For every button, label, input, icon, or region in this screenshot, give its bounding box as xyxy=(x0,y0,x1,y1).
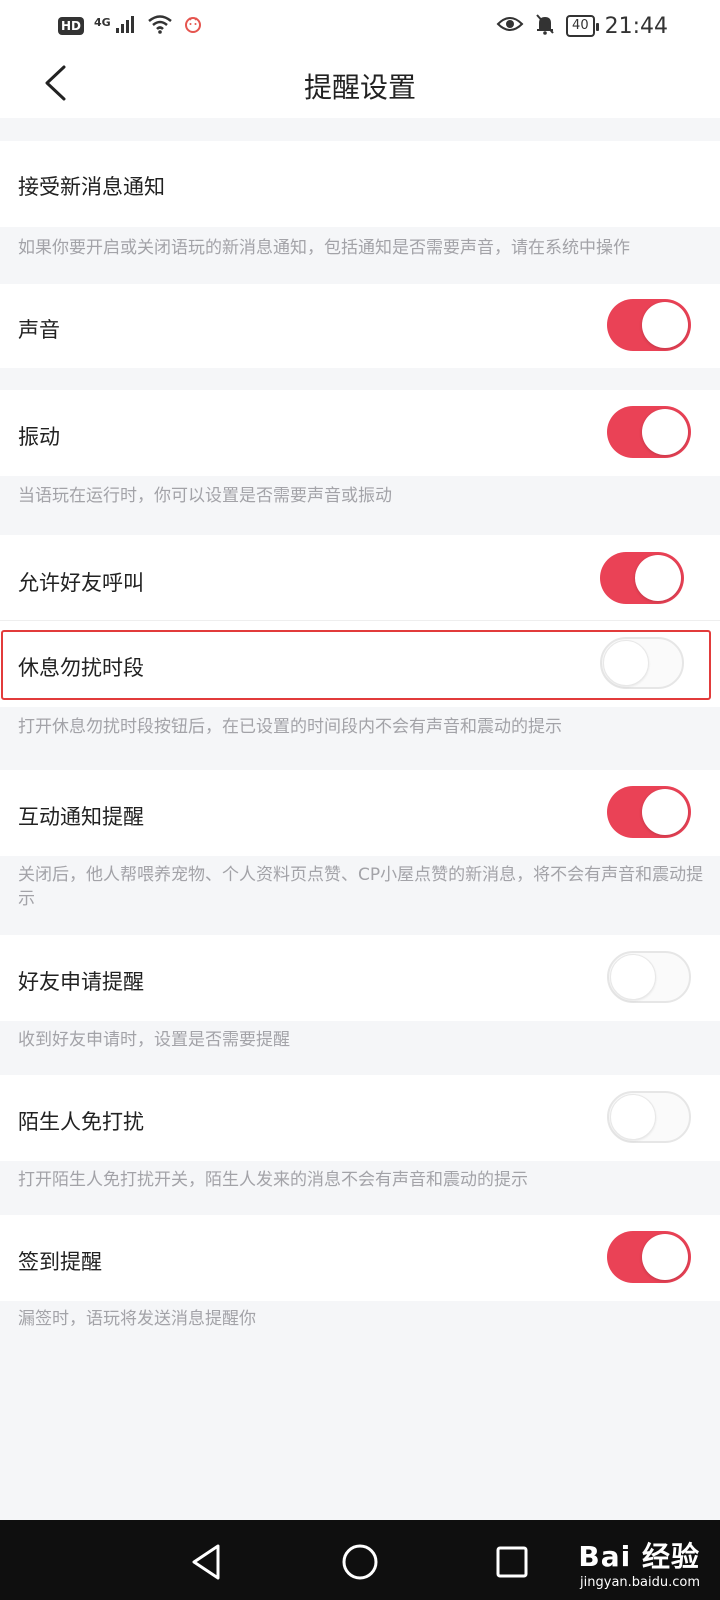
nav-recents-button[interactable] xyxy=(490,1540,534,1584)
watermark-logo: Bai 经验 xyxy=(578,1540,700,1573)
setting-row-new-message[interactable]: 接受新消息通知 xyxy=(0,141,720,227)
toggle-knob xyxy=(642,789,688,835)
setting-label: 休息勿扰时段 xyxy=(18,656,144,680)
home-circle-icon xyxy=(338,1544,382,1588)
title-bar: 提醒设置 xyxy=(0,52,720,118)
setting-label: 振动 xyxy=(18,425,60,449)
setting-label: 互动通知提醒 xyxy=(18,805,144,829)
wifi-icon xyxy=(147,14,173,39)
battery-icon: 40 xyxy=(566,15,599,37)
setting-description: 当语玩在运行时，你可以设置是否需要声音或振动 xyxy=(18,486,392,506)
do-not-disturb-toggle[interactable] xyxy=(600,637,684,689)
watermark: Bai 经验 jingyan.baidu.com xyxy=(578,1535,700,1590)
eye-icon xyxy=(496,14,524,39)
vibration-toggle[interactable] xyxy=(607,406,691,458)
setting-label: 允许好友呼叫 xyxy=(18,571,144,595)
toggle-knob xyxy=(642,409,688,455)
toggle-knob xyxy=(603,640,649,686)
setting-label: 声音 xyxy=(18,318,60,342)
setting-label: 签到提醒 xyxy=(18,1250,102,1274)
setting-row-interaction: 互动通知提醒 xyxy=(0,770,720,856)
toggle-knob xyxy=(635,555,681,601)
checkin-toggle[interactable] xyxy=(607,1231,691,1283)
watermark-url: jingyan.baidu.com xyxy=(580,1575,700,1590)
toggle-knob xyxy=(610,1094,656,1140)
back-triangle-icon xyxy=(186,1544,230,1588)
navigation-bar: Bai 经验 jingyan.baidu.com xyxy=(0,1520,720,1600)
status-bar: HD 4G 40 21:44 xyxy=(0,0,720,52)
setting-row-stranger: 陌生人免打扰 xyxy=(0,1075,720,1161)
app-notification-icon xyxy=(183,14,203,39)
setting-row-checkin: 签到提醒 xyxy=(0,1215,720,1301)
setting-row-friend-call: 允许好友呼叫 xyxy=(0,535,720,620)
setting-description: 漏签时，语玩将发送消息提醒你 xyxy=(18,1309,256,1329)
signal-icon xyxy=(115,14,137,39)
nav-home-button[interactable] xyxy=(338,1540,382,1584)
clock: 21:44 xyxy=(604,13,668,39)
friend-call-toggle[interactable] xyxy=(600,552,684,604)
setting-row-do-not-disturb: 休息勿扰时段 xyxy=(0,621,720,707)
nav-back-button[interactable] xyxy=(186,1540,230,1584)
toggle-knob xyxy=(610,954,656,1000)
setting-description: 如果你要开启或关闭语玩的新消息通知，包括通知是否需要声音，请在系统中操作 xyxy=(18,238,630,258)
status-left: HD 4G xyxy=(58,14,203,39)
setting-row-vibration: 振动 xyxy=(0,390,720,476)
friend-request-toggle[interactable] xyxy=(607,951,691,1003)
toggle-knob xyxy=(642,302,688,348)
setting-description: 关闭后，他人帮喂养宠物、个人资料页点赞、CP小屋点赞的新消息，将不会有声音和震动… xyxy=(18,865,704,909)
setting-description: 收到好友申请时，设置是否需要提醒 xyxy=(18,1030,290,1050)
interaction-toggle[interactable] xyxy=(607,786,691,838)
stranger-toggle[interactable] xyxy=(607,1091,691,1143)
setting-row-friend-request: 好友申请提醒 xyxy=(0,935,720,1021)
setting-description: 打开陌生人免打扰开关，陌生人发来的消息不会有声音和震动的提示 xyxy=(18,1170,528,1190)
setting-row-sound: 声音 xyxy=(0,284,720,368)
setting-label: 陌生人免打扰 xyxy=(18,1110,144,1134)
status-right: 40 21:44 xyxy=(496,13,668,40)
setting-label: 接受新消息通知 xyxy=(18,175,165,199)
page-title: 提醒设置 xyxy=(303,71,416,104)
hd-badge: HD xyxy=(58,17,85,35)
sound-toggle[interactable] xyxy=(607,299,691,351)
network-type: 4G xyxy=(94,15,111,29)
setting-description: 打开休息勿扰时段按钮后，在已设置的时间段内不会有声音和震动的提示 xyxy=(18,717,562,737)
toggle-knob xyxy=(642,1234,688,1280)
setting-label: 好友申请提醒 xyxy=(18,970,144,994)
recents-square-icon xyxy=(490,1546,534,1588)
bell-muted-icon xyxy=(534,13,556,40)
